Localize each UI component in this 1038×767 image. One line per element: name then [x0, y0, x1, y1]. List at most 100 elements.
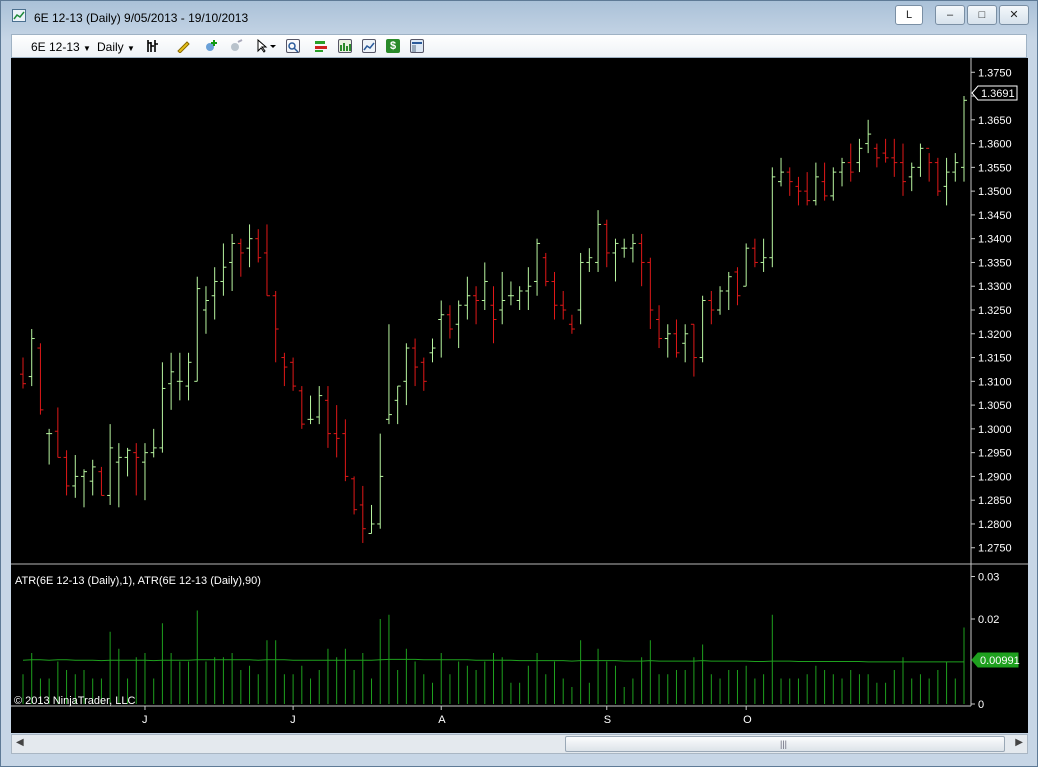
price-bar [80, 469, 87, 508]
price-bar [438, 300, 445, 358]
price-chart[interactable]: 1.37501.37001.36501.36001.35501.35001.34… [11, 58, 1028, 733]
price-bar [568, 314, 575, 334]
bar-type-icon[interactable] [146, 39, 160, 53]
scrollbar-thumb[interactable]: ||| [565, 736, 1005, 752]
price-bar [168, 352, 175, 410]
price-bar [263, 224, 270, 297]
window-controls: L – □ ✕ [895, 5, 1029, 25]
price-tick-label: 1.2800 [978, 519, 1012, 531]
data-box-icon[interactable] [314, 39, 328, 53]
add-indicator-icon[interactable] [204, 39, 218, 53]
maximize-button[interactable]: □ [967, 5, 997, 25]
properties-icon[interactable] [410, 39, 424, 53]
price-bar [961, 96, 967, 182]
price-bar [185, 352, 192, 401]
indicator-tick-label: 0 [978, 699, 984, 711]
price-bar [98, 466, 105, 496]
price-bar [37, 343, 44, 415]
price-bar [429, 338, 436, 363]
chart-toolbar: 6E 12-13 ▼ Daily ▼ $ [11, 34, 1027, 58]
price-bar [751, 238, 758, 268]
price-bar [603, 219, 610, 268]
price-tick-label: 1.3400 [978, 234, 1012, 246]
price-tick-label: 1.3500 [978, 186, 1012, 198]
close-button[interactable]: ✕ [999, 5, 1029, 25]
price-bars [20, 96, 967, 543]
cursor-pointer-icon[interactable] [256, 38, 276, 53]
price-bar [333, 405, 340, 458]
price-bar [612, 238, 619, 282]
atr-value-marker: 0.00991 [971, 652, 1020, 668]
indicator-tick-label: 0.02 [978, 614, 999, 626]
price-bar [46, 428, 53, 465]
price-tick-label: 1.3250 [978, 305, 1012, 317]
price-bar [865, 119, 872, 154]
price-bar [952, 153, 959, 182]
price-bar [743, 243, 750, 287]
price-bar [499, 271, 506, 325]
chart-style-icon[interactable] [338, 39, 352, 53]
price-bar [717, 286, 724, 315]
pencil-draw-icon[interactable] [176, 39, 190, 54]
minimize-button[interactable]: – [935, 5, 965, 25]
price-bar [708, 290, 715, 325]
price-bar [72, 455, 79, 498]
link-button[interactable]: L [895, 5, 923, 25]
price-bar [647, 257, 654, 330]
price-tick-label: 1.3000 [978, 424, 1012, 436]
price-bar [690, 323, 697, 377]
price-bar [525, 267, 532, 310]
price-bar [159, 362, 166, 453]
price-bar [542, 252, 549, 287]
price-bar [403, 343, 410, 406]
price-bar [839, 157, 846, 187]
grip-icon: ||| [780, 739, 788, 749]
atr-bars [22, 610, 965, 704]
zoom-icon[interactable] [286, 39, 300, 53]
scroll-left-icon[interactable]: ◀ [16, 737, 24, 748]
chart-panel[interactable]: 1.37501.37001.36501.36001.35501.35001.34… [11, 58, 1028, 733]
price-bar [298, 386, 305, 429]
price-bar [446, 305, 453, 339]
period-selector[interactable]: Daily ▼ [97, 39, 135, 55]
price-bar [900, 143, 907, 196]
price-bar [141, 443, 148, 501]
strategy-icon[interactable] [228, 39, 243, 53]
price-bar [621, 238, 628, 258]
price-dollar-icon[interactable]: $ [386, 39, 400, 53]
price-bar [847, 143, 854, 182]
price-bar [577, 252, 584, 325]
price-bar [412, 338, 419, 387]
price-bar [28, 329, 35, 387]
atr-value-label: 0.00991 [980, 655, 1020, 667]
price-bar [516, 286, 523, 310]
price-bar [908, 162, 915, 192]
price-tick-label: 1.3550 [978, 162, 1012, 174]
price-tick-label: 1.2900 [978, 471, 1012, 483]
price-bar [377, 433, 384, 529]
chart-window: 6E 12-13 (Daily) 9/05/2013 - 19/10/2013 … [0, 0, 1038, 767]
price-bar [699, 295, 706, 363]
horizontal-scrollbar[interactable]: ◀ ||| ▶ [11, 734, 1028, 754]
price-bar [342, 419, 349, 482]
indicator-tick-label: 0.03 [978, 572, 999, 584]
indicator-axis: 0.03 0.02 0 [971, 572, 999, 711]
price-bar [595, 210, 602, 272]
chevron-down-icon: ▼ [127, 44, 135, 53]
instrument-selector[interactable]: 6E 12-13 ▼ [31, 39, 91, 55]
price-bar [20, 357, 26, 389]
price-bar [507, 281, 514, 306]
price-bar [272, 290, 279, 363]
price-bar [237, 238, 244, 277]
indicator-label: ATR(6E 12-13 (Daily),1), ATR(6E 12-13 (D… [15, 575, 261, 587]
title-bar[interactable]: 6E 12-13 (Daily) 9/05/2013 - 19/10/2013 … [1, 1, 1037, 31]
time-tick-label: J [290, 714, 296, 726]
price-bar [638, 233, 645, 287]
line-chart-icon[interactable] [362, 39, 376, 53]
price-bar [656, 305, 663, 349]
price-bar [202, 286, 209, 334]
scroll-right-icon[interactable]: ▶ [1015, 737, 1023, 748]
price-bar [551, 271, 558, 320]
time-tick-label: J [142, 714, 148, 726]
price-bar [359, 485, 366, 543]
